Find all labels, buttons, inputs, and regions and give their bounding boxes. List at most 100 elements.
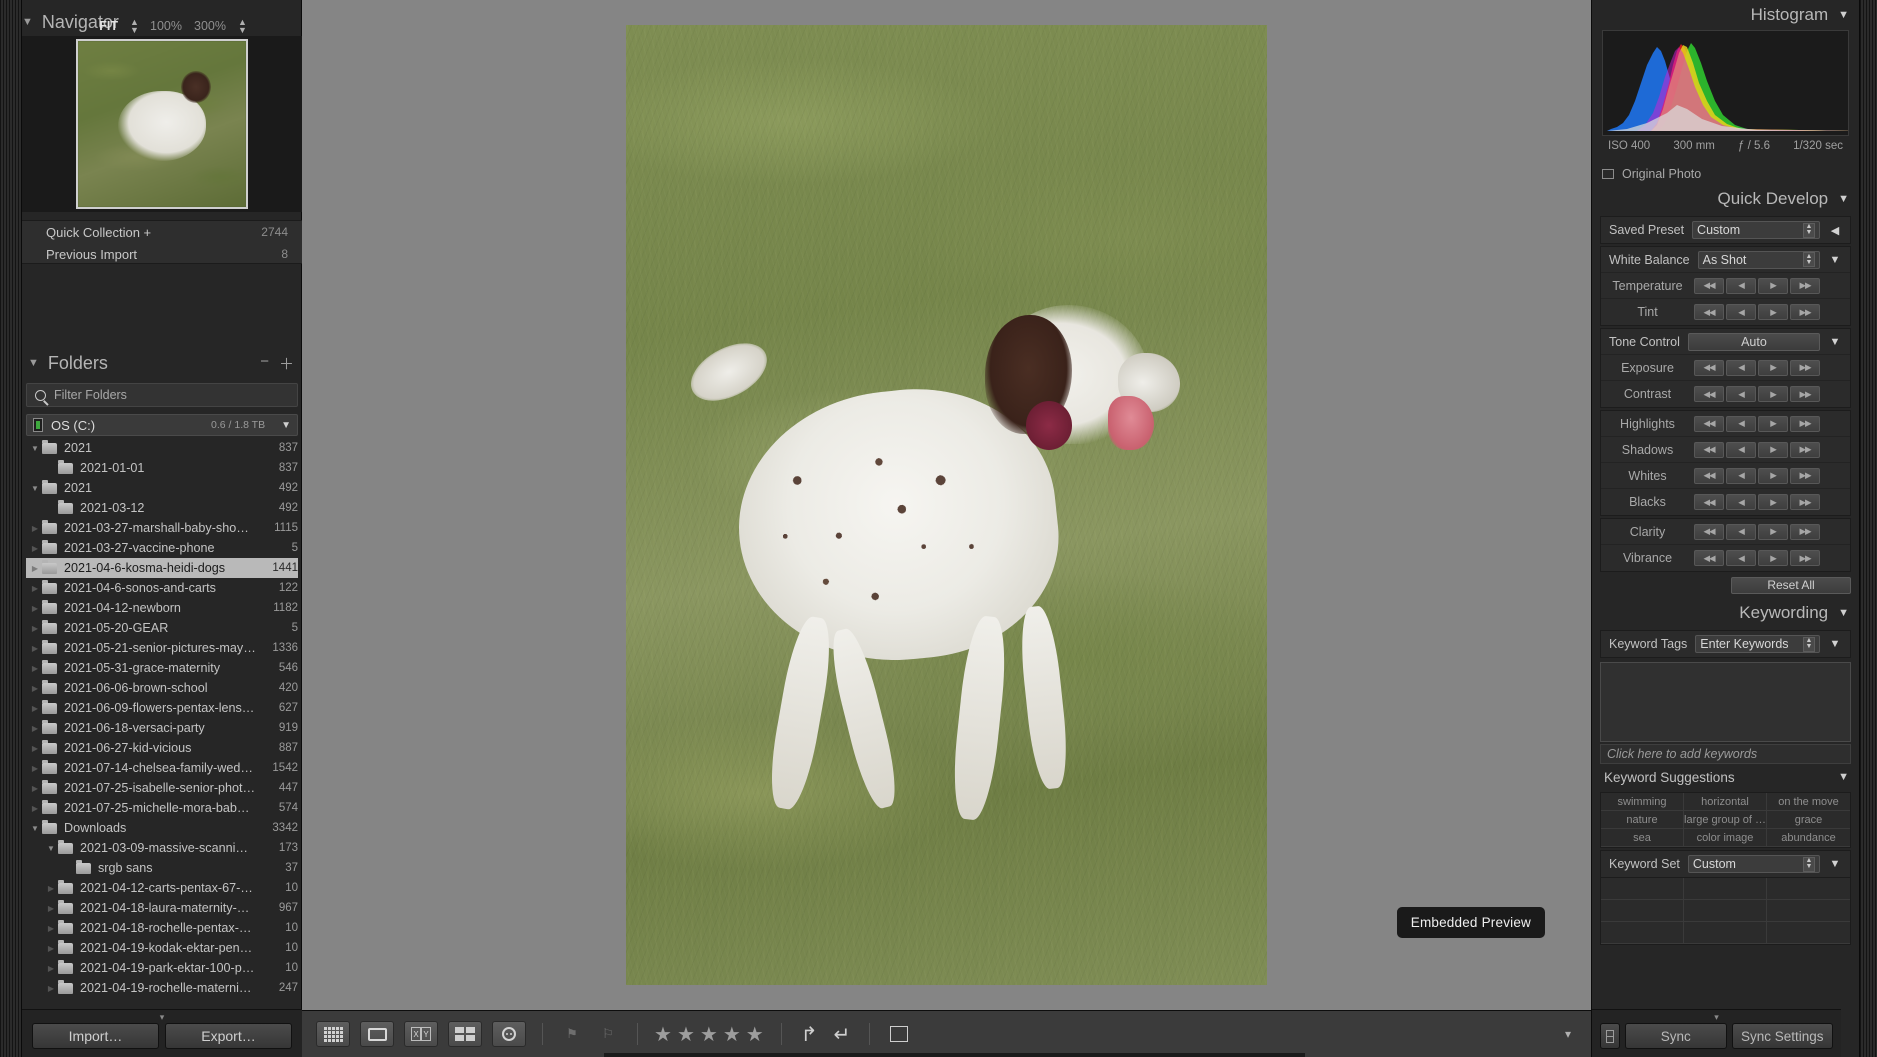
- shadows-increase-large-button[interactable]: ▶▶: [1790, 441, 1820, 458]
- saved-preset-expand-icon[interactable]: ◀: [1828, 224, 1842, 237]
- loupe-photo[interactable]: [626, 25, 1267, 985]
- exposure-decrease-button[interactable]: ◀: [1726, 359, 1756, 376]
- vibrance-decrease-large-button[interactable]: ◀◀: [1693, 550, 1724, 566]
- keyword-set-cell[interactable]: [1684, 900, 1767, 922]
- saved-preset-select[interactable]: Custom ▲ ▼: [1692, 221, 1820, 239]
- temperature-row[interactable]: Temperature ◀◀ ◀ ▶ ▶▶: [1601, 273, 1850, 299]
- keyword-suggestion[interactable]: nature: [1601, 811, 1684, 829]
- star-icon[interactable]: ★: [746, 1022, 765, 1047]
- clarity-increase-button[interactable]: ▶: [1757, 523, 1788, 540]
- white-balance-spinner-icon[interactable]: ▲ ▼: [1803, 252, 1815, 267]
- disclosure-closed-icon[interactable]: ▶: [28, 544, 42, 553]
- keyword-set-cell[interactable]: [1767, 922, 1850, 944]
- temperature-increase-large-button[interactable]: ▶▶: [1790, 277, 1820, 294]
- disclosure-closed-icon[interactable]: ▶: [44, 884, 58, 893]
- folders-header[interactable]: ▼ Folders − ＋: [22, 350, 302, 376]
- people-view-icon[interactable]: [492, 1021, 526, 1047]
- highlights-increase-button[interactable]: ▶: [1757, 415, 1788, 432]
- keyword-tags-row[interactable]: Keyword Tags Enter Keywords ▲ ▼ ▼: [1601, 631, 1850, 657]
- original-photo-checkbox[interactable]: [1602, 169, 1614, 179]
- highlights-decrease-large-button[interactable]: ◀◀: [1693, 415, 1724, 432]
- folder-row[interactable]: ▼ 2021 492: [26, 478, 298, 498]
- shadows-steppers[interactable]: ◀◀ ◀ ▶ ▶▶: [1694, 441, 1820, 458]
- disclosure-closed-icon[interactable]: ▶: [44, 904, 58, 913]
- quick-develop-collapse-icon[interactable]: ▼: [1838, 193, 1849, 205]
- clarity-decrease-large-button[interactable]: ◀◀: [1693, 523, 1724, 540]
- folder-row[interactable]: ▶ 2021-07-25-michelle-mora-bab… 574: [26, 798, 298, 818]
- flag-reject-icon[interactable]: ⚐: [595, 1021, 621, 1047]
- filter-folders-input[interactable]: Filter Folders: [26, 383, 298, 407]
- disclosure-closed-icon[interactable]: ▶: [28, 804, 42, 813]
- blacks-decrease-button[interactable]: ◀: [1725, 494, 1756, 510]
- sync-settings-button[interactable]: Sync Settings: [1731, 1023, 1833, 1049]
- contrast-decrease-large-button[interactable]: ◀◀: [1694, 386, 1724, 402]
- shadows-increase-button[interactable]: ▶: [1758, 441, 1788, 458]
- saved-preset-spinner-icon[interactable]: ▲ ▼: [1803, 222, 1815, 238]
- keyword-set-expand-icon[interactable]: ▼: [1828, 858, 1842, 870]
- keyword-suggestion[interactable]: horizontal: [1684, 793, 1767, 811]
- clarity-row[interactable]: Clarity ◀◀ ◀ ▶ ▶▶: [1601, 519, 1850, 545]
- contrast-increase-button[interactable]: ▶: [1758, 386, 1788, 402]
- disclosure-open-icon[interactable]: ▼: [28, 484, 42, 493]
- navigator-zoom-controls[interactable]: FIT ▲ ▼ 100% 300% ▲ ▼: [99, 18, 247, 35]
- highlights-steppers[interactable]: ◀◀ ◀ ▶ ▶▶: [1693, 415, 1820, 432]
- exposure-increase-large-button[interactable]: ▶▶: [1790, 359, 1820, 376]
- navigator-thumbnail[interactable]: [76, 39, 248, 209]
- sync-button[interactable]: Sync: [1625, 1023, 1727, 1049]
- compare-view-icon[interactable]: XY: [404, 1021, 438, 1047]
- original-photo-row[interactable]: Original Photo: [1602, 164, 1849, 184]
- disclosure-open-icon[interactable]: ▼: [44, 844, 58, 853]
- disclosure-closed-icon[interactable]: ▶: [28, 704, 42, 713]
- tint-decrease-button[interactable]: ◀: [1726, 304, 1756, 320]
- disclosure-closed-icon[interactable]: ▶: [44, 944, 58, 953]
- disclosure-closed-icon[interactable]: ▶: [28, 564, 42, 573]
- keyword-tags-expand-icon[interactable]: ▼: [1828, 638, 1842, 650]
- folders-minus-icon[interactable]: −: [260, 353, 269, 374]
- folder-row[interactable]: ▶ 2021-04-19-kodak-ektar-pen… 10: [26, 938, 298, 958]
- histogram-header[interactable]: Histogram ▼: [1592, 0, 1859, 30]
- keyword-suggestion[interactable]: large group of …: [1684, 811, 1767, 829]
- disclosure-closed-icon[interactable]: ▶: [28, 624, 42, 633]
- keyword-set-cell[interactable]: [1601, 878, 1684, 900]
- folder-row[interactable]: ▶ 2021-05-31-grace-maternity 546: [26, 658, 298, 678]
- tone-control-expand-icon[interactable]: ▼: [1828, 336, 1842, 348]
- folder-row[interactable]: ▶ 2021-05-20-GEAR 5: [26, 618, 298, 638]
- vibrance-increase-button[interactable]: ▶: [1757, 550, 1788, 566]
- keyword-tags-spinner-icon[interactable]: ▲ ▼: [1803, 636, 1815, 652]
- navigator-zoom-100[interactable]: 100%: [150, 19, 182, 33]
- clarity-increase-large-button[interactable]: ▶▶: [1789, 523, 1820, 540]
- folder-row[interactable]: ▶ 2021-04-18-laura-maternity-… 967: [26, 898, 298, 918]
- disclosure-closed-icon[interactable]: ▶: [28, 604, 42, 613]
- keyword-set-cell[interactable]: [1684, 922, 1767, 944]
- contrast-decrease-button[interactable]: ◀: [1726, 386, 1756, 402]
- navigator-preview[interactable]: [22, 36, 302, 212]
- quick-develop-header[interactable]: Quick Develop ▼: [1592, 184, 1859, 214]
- blacks-steppers[interactable]: ◀◀ ◀ ▶ ▶▶: [1693, 494, 1820, 510]
- grid-view-icon[interactable]: [316, 1021, 350, 1047]
- folder-row[interactable]: ▶ 2021-03-27-vaccine-phone 5: [26, 538, 298, 558]
- keyword-set-cell[interactable]: [1601, 900, 1684, 922]
- star-icon[interactable]: ★: [677, 1022, 696, 1047]
- crop-overlay-icon[interactable]: [886, 1021, 912, 1047]
- rotate-right-icon[interactable]: ↵: [830, 1022, 853, 1047]
- disclosure-open-icon[interactable]: ▼: [28, 444, 42, 453]
- temperature-increase-button[interactable]: ▶: [1758, 277, 1788, 294]
- folder-row[interactable]: ▶ 2021-06-18-versaci-party 919: [26, 718, 298, 738]
- loupe-view-icon[interactable]: [360, 1021, 394, 1047]
- quick-collection-row[interactable]: Quick Collection + 2744: [22, 221, 302, 243]
- star-icon[interactable]: ★: [723, 1022, 742, 1047]
- folder-row[interactable]: ▶ 2021-06-09-flowers-pentax-lens… 627: [26, 698, 298, 718]
- keyword-set-cell[interactable]: [1767, 878, 1850, 900]
- right-panel-resize-grip[interactable]: ▾: [1592, 1012, 1841, 1022]
- keyword-entry-textarea[interactable]: [1600, 662, 1851, 742]
- folder-row[interactable]: ▶ 2021-06-06-brown-school 420: [26, 678, 298, 698]
- keywording-collapse-icon[interactable]: ▼: [1838, 607, 1849, 619]
- folder-row[interactable]: ▶ 2021-03-27-marshall-baby-sho… 1115: [26, 518, 298, 538]
- whites-increase-large-button[interactable]: ▶▶: [1789, 467, 1820, 484]
- keyword-set-cell[interactable]: [1601, 922, 1684, 944]
- left-panel-edge-handle[interactable]: [0, 0, 22, 1057]
- vibrance-row[interactable]: Vibrance ◀◀ ◀ ▶ ▶▶: [1601, 545, 1850, 571]
- white-balance-row[interactable]: White Balance As Shot ▲ ▼ ▼: [1601, 247, 1850, 273]
- blacks-increase-button[interactable]: ▶: [1757, 494, 1788, 510]
- keywording-header[interactable]: Keywording ▼: [1592, 598, 1859, 628]
